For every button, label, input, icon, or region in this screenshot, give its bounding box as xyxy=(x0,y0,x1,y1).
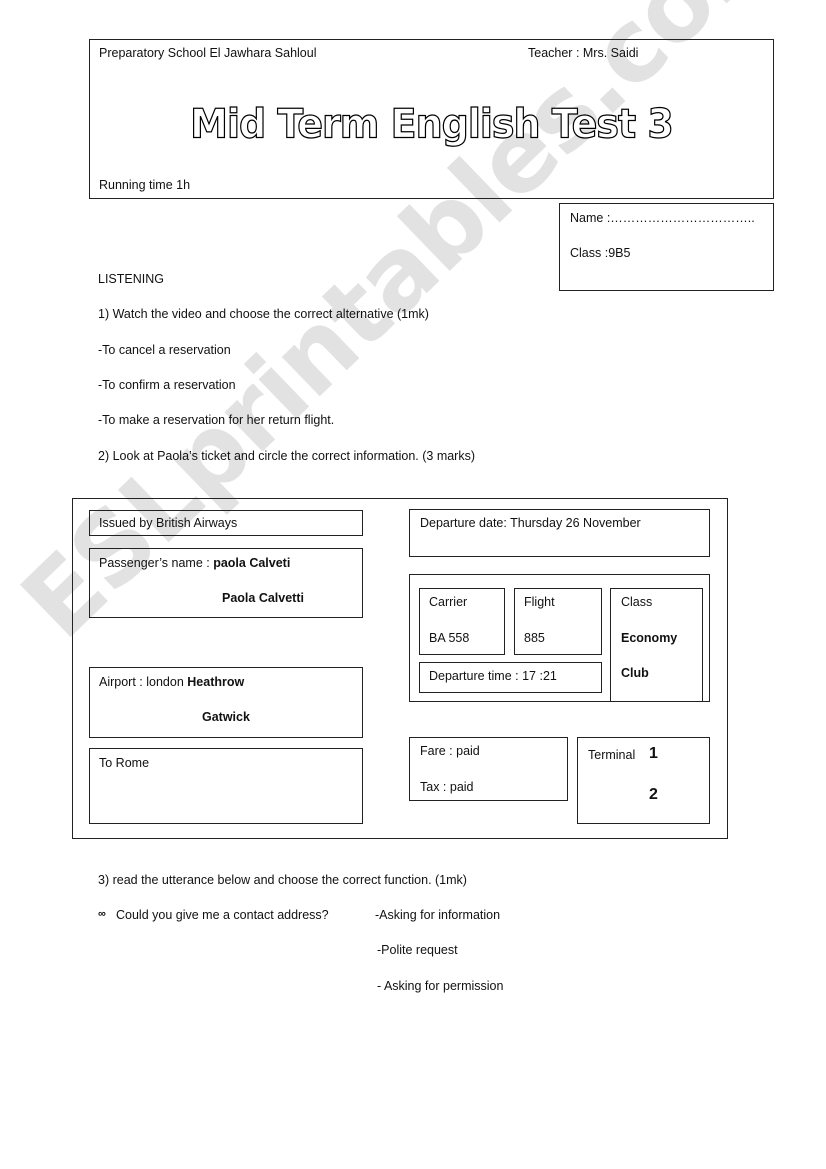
student-class: Class :9B5 xyxy=(570,246,631,260)
student-box: Name :…………………………….. Class :9B5 xyxy=(559,203,774,291)
q1-option[interactable]: -To confirm a reservation xyxy=(98,378,236,392)
passenger-label-text: Passenger’s name : xyxy=(99,556,210,570)
running-time: Running time 1h xyxy=(99,178,191,192)
q3-option[interactable]: -Asking for information xyxy=(375,908,500,922)
carrier-label: Carrier xyxy=(429,595,468,609)
class-label: Class xyxy=(621,595,653,609)
class-box: Class Economy Club xyxy=(610,588,703,702)
airport-option[interactable]: Gatwick xyxy=(202,710,250,724)
school-name: Preparatory School El Jawhara Sahloul xyxy=(99,46,317,60)
airport-box: Airport : london Heathrow Gatwick xyxy=(89,667,363,738)
passenger-option[interactable]: Paola Calvetti xyxy=(222,591,304,605)
q1-option[interactable]: -To make a reservation for her return fl… xyxy=(98,413,334,427)
q1-option[interactable]: -To cancel a reservation xyxy=(98,343,231,357)
departure-time: Departure time : 17 :21 xyxy=(429,669,557,683)
carrier-box: Carrier BA 558 xyxy=(419,588,505,655)
terminal-option[interactable]: 2 xyxy=(649,786,658,804)
departure-time-box: Departure time : 17 :21 xyxy=(419,662,602,693)
flight-value: 885 xyxy=(524,631,545,645)
terminal-label: Terminal xyxy=(588,748,636,762)
terminal-box: Terminal 1 2 xyxy=(577,737,710,824)
ornament-bullet-icon: ∞ xyxy=(98,908,106,920)
header-box: Preparatory School El Jawhara Sahloul Te… xyxy=(89,39,774,199)
q3-option[interactable]: - Asking for permission xyxy=(377,979,503,993)
destination-box: To Rome xyxy=(89,748,363,824)
flight-label: Flight xyxy=(524,595,555,609)
departure-date-box: Departure date: Thursday 26 November xyxy=(409,509,710,557)
question-1: 1) Watch the video and choose the correc… xyxy=(98,307,429,321)
q3-option[interactable]: -Polite request xyxy=(377,943,458,957)
destination-text: To Rome xyxy=(99,756,150,770)
worksheet-page: ESLprintables.com Preparatory School El … xyxy=(0,0,826,1169)
utterance: Could you give me a contact address? xyxy=(116,908,329,922)
question-2: 2) Look at Paola’s ticket and circle the… xyxy=(98,449,476,463)
airport-label-text: Airport : london xyxy=(99,675,184,689)
tax: Tax : paid xyxy=(420,780,474,794)
issued-text: Issued by British Airways xyxy=(99,516,238,530)
class-option[interactable]: Club xyxy=(621,666,649,680)
section-heading: LISTENING xyxy=(98,272,164,286)
departure-date: Departure date: Thursday 26 November xyxy=(420,516,641,530)
fare: Fare : paid xyxy=(420,744,480,758)
fare-box: Fare : paid Tax : paid xyxy=(409,737,568,801)
passenger-option[interactable]: paola Calveti xyxy=(213,556,290,570)
carrier-value: BA 558 xyxy=(429,631,470,645)
flight-box: Flight 885 xyxy=(514,588,602,655)
airport-label: Airport : london Heathrow xyxy=(99,675,244,689)
passenger-box: Passenger’s name : paola Calveti Paola C… xyxy=(89,548,363,618)
passenger-label: Passenger’s name : paola Calveti xyxy=(99,556,290,570)
class-option[interactable]: Economy xyxy=(621,631,677,645)
student-name-field[interactable]: Name :…………………………….. xyxy=(570,211,755,225)
terminal-option[interactable]: 1 xyxy=(649,745,658,763)
page-title: Mid Term English Test 3 xyxy=(190,100,675,148)
issued-box: Issued by British Airways xyxy=(89,510,363,536)
question-3: 3) read the utterance below and choose t… xyxy=(98,873,467,887)
teacher-name: Teacher : Mrs. Saidi xyxy=(528,46,639,60)
airport-option[interactable]: Heathrow xyxy=(187,675,244,689)
